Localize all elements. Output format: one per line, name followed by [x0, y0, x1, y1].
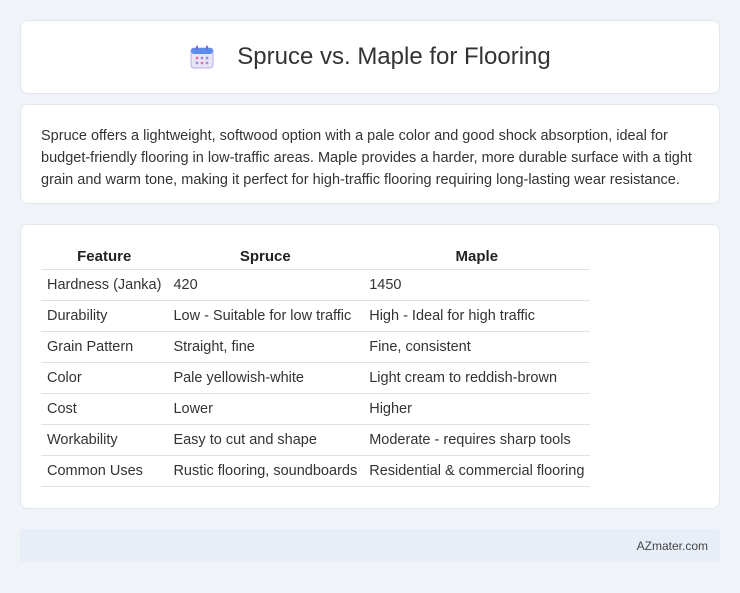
table-row: Cost Lower Higher	[41, 392, 591, 424]
table-row: Grain Pattern Straight, fine Fine, consi…	[41, 330, 591, 362]
description-text: Spruce offers a lightweight, softwood op…	[41, 128, 692, 188]
table-header-row: Feature Spruce Maple	[41, 245, 590, 269]
table-cell: Workability	[41, 423, 168, 455]
table-row: Durability Low - Suitable for low traffi…	[41, 299, 591, 331]
calendar-icon	[189, 44, 215, 70]
table-cell: Low - Suitable for low traffic	[167, 299, 364, 331]
table-cell: Fine, consistent	[363, 330, 591, 362]
table-cell: Rustic flooring, soundboards	[167, 454, 364, 487]
table-cell: Higher	[363, 392, 591, 424]
table-cell: Lower	[167, 392, 364, 424]
title-card: Spruce vs. Maple for Flooring	[20, 20, 720, 94]
column-header-maple: Maple	[455, 248, 499, 266]
table-cell: Light cream to reddish-brown	[363, 361, 591, 393]
table-cell: High - Ideal for high traffic	[363, 299, 591, 331]
table-row: Hardness (Janka) 420 1450	[41, 268, 591, 300]
table-row: Common Uses Rustic flooring, soundboards…	[41, 454, 591, 487]
page-title: Spruce vs. Maple for Flooring	[237, 43, 551, 70]
table-cell: Pale yellowish-white	[167, 361, 364, 393]
table-cell: Moderate - requires sharp tools	[363, 423, 591, 455]
table-cell: Durability	[41, 299, 168, 331]
table-row: Workability Easy to cut and shape Modera…	[41, 423, 591, 455]
table-cell: Common Uses	[41, 454, 168, 487]
table-cell: 420	[167, 268, 364, 300]
description-card: Spruce offers a lightweight, softwood op…	[20, 104, 720, 204]
table-cell: Hardness (Janka)	[41, 268, 168, 300]
table-row: Color Pale yellowish-white Light cream t…	[41, 361, 591, 393]
comparison-table: Feature Spruce Maple Hardness (Janka) 42…	[41, 245, 591, 487]
footer-site-link[interactable]: AZmater.com	[637, 539, 708, 553]
column-header-feature: Feature	[77, 248, 132, 266]
table-cell: Residential & commercial flooring	[363, 454, 591, 487]
table-cell: Cost	[41, 392, 168, 424]
table-cell: Grain Pattern	[41, 330, 168, 362]
footer: AZmater.com	[20, 529, 720, 562]
column-header-spruce: Spruce	[239, 248, 291, 266]
table-cell: Easy to cut and shape	[167, 423, 364, 455]
comparison-card: Feature Spruce Maple Hardness (Janka) 42…	[20, 224, 720, 509]
table-cell: Color	[41, 361, 168, 393]
table-cell: 1450	[363, 268, 591, 300]
table-cell: Straight, fine	[167, 330, 364, 362]
